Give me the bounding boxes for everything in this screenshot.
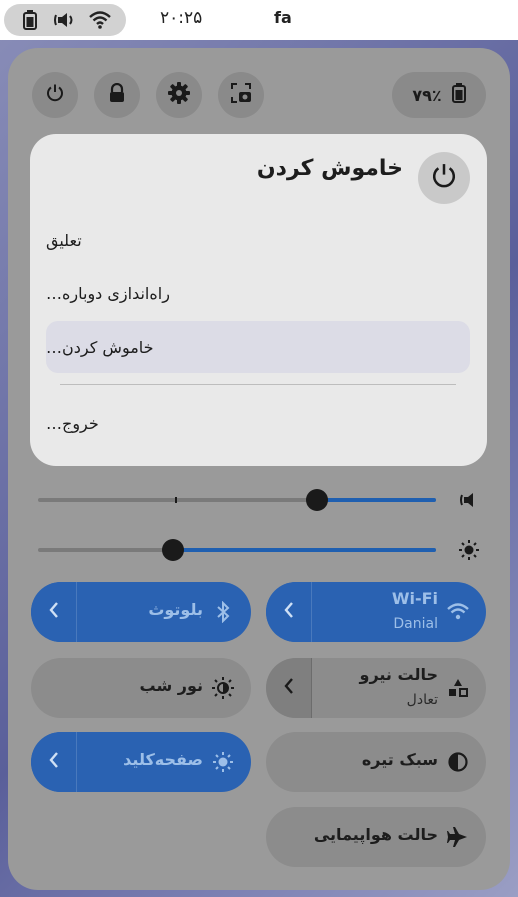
bluetooth-tile-expand-button[interactable] [31, 582, 77, 642]
airplane-mode-tile[interactable]: حالت هواپیمایی [266, 807, 486, 867]
power-menu-icon-badge [418, 152, 470, 204]
power-menu-title: خاموش کردن [256, 156, 403, 181]
power-off-menu: خاموش کردن تعلیق راه‌اندازی دوباره… خامو… [30, 134, 487, 466]
volume-slider[interactable] [38, 489, 436, 511]
settings-icon [168, 82, 190, 108]
menu-item-log-out[interactable]: خروج… [46, 397, 470, 449]
wifi-tile-expand-button[interactable] [266, 582, 312, 642]
chevron-left-icon [283, 677, 295, 699]
dark-style-tile[interactable]: سبک تیره [266, 732, 486, 792]
airplane-mode-tile-label: حالت هواپیمایی [313, 825, 438, 844]
wifi-tile[interactable]: Wi-Fi Danial [266, 582, 486, 642]
chevron-left-icon [48, 751, 60, 773]
lock-icon [108, 82, 126, 107]
power-mode-balanced-icon [446, 676, 470, 700]
night-light-tile[interactable]: نور شب [31, 658, 251, 718]
wifi-icon [446, 600, 470, 624]
dark-style-tile-label: سبک تیره [361, 750, 438, 769]
bluetooth-tile[interactable]: بلوتوث [31, 582, 251, 642]
menu-item-restart[interactable]: راه‌اندازی دوباره… [46, 267, 470, 319]
power-mode-tile[interactable]: حالت نیرو تعادل [266, 658, 486, 718]
power-button[interactable] [32, 72, 78, 118]
clock[interactable]: ۲۰:۲۵ [160, 8, 202, 28]
night-light-tile-label: نور شب [139, 676, 204, 695]
menu-item-suspend[interactable]: تعلیق [46, 214, 470, 266]
power-icon [45, 83, 65, 107]
keyboard-brightness-tile[interactable]: صفحه‌کلید [31, 732, 251, 792]
volume-slider-knob[interactable] [305, 489, 328, 511]
brightness-slider[interactable] [38, 539, 436, 561]
bluetooth-icon [211, 600, 235, 624]
menu-item-power-off[interactable]: خاموش کردن… [46, 321, 470, 373]
power-mode-tile-value: تعادل [406, 692, 438, 708]
battery-icon [451, 83, 466, 107]
lock-button[interactable] [94, 72, 140, 118]
wifi-tile-label: Wi-Fi [391, 589, 438, 608]
power-icon [430, 162, 458, 194]
speaker-icon [53, 9, 76, 31]
wifi-icon [89, 9, 112, 31]
brightness-slider-fill [173, 548, 436, 552]
brightness-icon [211, 750, 235, 774]
brightness-slider-knob[interactable] [162, 539, 185, 561]
menu-separator [60, 384, 456, 385]
chevron-left-icon [283, 601, 295, 623]
system-status-pill[interactable] [4, 4, 126, 36]
settings-button[interactable] [156, 72, 202, 118]
airplane-icon [446, 825, 470, 849]
brightness-icon[interactable] [458, 539, 480, 561]
keyboard-layout-indicator[interactable]: fa [274, 8, 292, 27]
dark-style-icon [446, 750, 470, 774]
top-bar: ۲۰:۲۵ fa [0, 0, 518, 40]
power-mode-tile-label: حالت نیرو [359, 665, 439, 684]
bluetooth-tile-label: بلوتوث [148, 600, 203, 619]
power-mode-tile-expand-button[interactable] [266, 658, 312, 718]
volume-slider-fill [316, 498, 436, 502]
battery-percent: ۷۹٪ [412, 85, 442, 105]
speaker-icon[interactable] [458, 489, 480, 511]
quick-settings-panel: ۷۹٪ خاموش کردن تعلیق راه‌اندازی دوباره… … [8, 48, 510, 890]
chevron-left-icon [48, 601, 60, 623]
screenshot-icon [230, 82, 252, 108]
volume-slider-tick [175, 497, 177, 503]
keyboard-brightness-tile-expand-button[interactable] [31, 732, 77, 792]
night-light-icon [211, 676, 235, 700]
battery-status-button[interactable]: ۷۹٪ [392, 72, 486, 118]
keyboard-brightness-tile-label: صفحه‌کلید [123, 750, 203, 769]
battery-icon [19, 9, 41, 31]
wifi-tile-network: Danial [393, 616, 438, 632]
screenshot-button[interactable] [218, 72, 264, 118]
